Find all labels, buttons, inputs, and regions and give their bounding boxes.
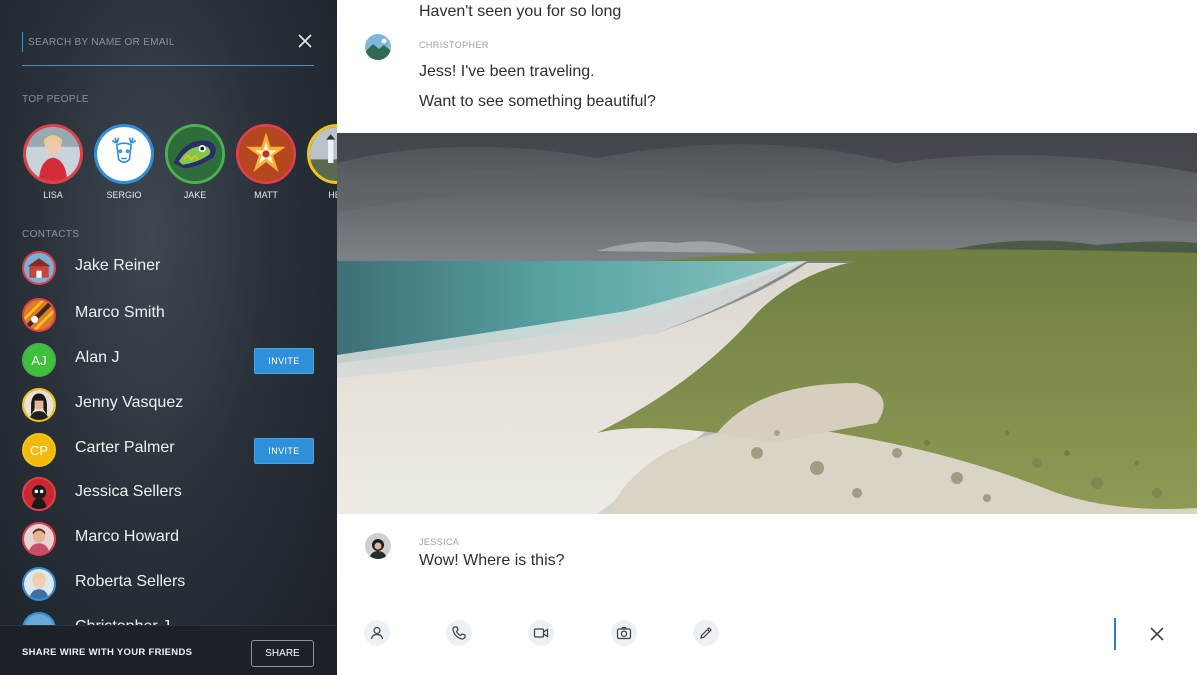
contact-name: Marco Smith <box>75 304 165 321</box>
avatar <box>23 124 83 184</box>
invite-button[interactable]: INVITE <box>254 348 314 374</box>
top-people-label: TOP PEOPLE <box>22 94 89 105</box>
close-icon[interactable] <box>296 32 314 50</box>
avatar <box>307 124 337 184</box>
contact-jake-reiner[interactable]: Jake Reiner <box>22 248 314 288</box>
avatar <box>236 124 296 184</box>
search-input[interactable] <box>28 32 278 52</box>
contact-roberta-sellers[interactable]: Roberta Sellers <box>22 564 314 604</box>
avatar <box>22 522 56 556</box>
message-input-caret[interactable] <box>1114 618 1116 650</box>
avatar-initials: CP <box>29 442 49 458</box>
contact-carter-palmer[interactable]: CP Carter Palmer INVITE <box>22 430 314 470</box>
contact-name: Alan J <box>75 349 120 366</box>
avatar-initials: AJ <box>31 352 47 368</box>
search-caret <box>22 32 23 52</box>
avatar <box>94 124 154 184</box>
message-text: Want to see something beautiful? <box>419 93 656 110</box>
top-person-name: MATT <box>254 190 278 200</box>
phone-icon[interactable] <box>446 620 472 646</box>
avatar-jessica <box>365 533 391 559</box>
contact-name: Jake Reiner <box>75 257 161 274</box>
avatar <box>165 124 225 184</box>
share-button[interactable]: SHARE <box>251 640 314 667</box>
message-text: Jess! I've been traveling. <box>419 63 595 80</box>
invite-button[interactable]: INVITE <box>254 438 314 464</box>
avatar <box>22 567 56 601</box>
search-bar <box>22 24 314 66</box>
share-text: SHARE WIRE WITH YOUR FRIENDS <box>22 647 193 658</box>
message-author: JESSICA <box>419 537 460 547</box>
avatar: CP <box>22 433 56 467</box>
top-person-name: HEL <box>328 190 337 200</box>
message-text: Haven't seen you for so long <box>419 3 622 20</box>
contact-name: Roberta Sellers <box>75 573 186 590</box>
avatar <box>22 298 56 332</box>
contact-name: Jessica Sellers <box>75 483 182 500</box>
top-person-jake[interactable]: JAKE <box>164 124 226 200</box>
top-person-sergio[interactable]: SERGIO <box>93 124 155 200</box>
avatar: AJ <box>22 343 56 377</box>
share-bar: SHARE WIRE WITH YOUR FRIENDS SHARE <box>0 625 337 675</box>
sidebar: TOP PEOPLE LISA <box>0 0 337 675</box>
top-person-matt[interactable]: MATT <box>235 124 297 200</box>
contact-jenny-vasquez[interactable]: Jenny Vasquez <box>22 385 314 425</box>
pencil-icon[interactable] <box>693 620 719 646</box>
contact-marco-smith[interactable]: Marco Smith <box>22 295 314 335</box>
contact-marco-howard[interactable]: Marco Howard <box>22 519 314 559</box>
top-person-name: JAKE <box>183 190 207 200</box>
top-people-list: LISA SERGIO JAKE MATT H <box>22 124 337 204</box>
avatar-christopher <box>365 34 391 60</box>
contact-name: Jenny Vasquez <box>75 394 184 411</box>
message-toolbar <box>337 612 1200 656</box>
contacts-label: CONTACTS <box>22 229 80 240</box>
message-text: Wow! Where is this? <box>419 552 565 569</box>
contact-name: Marco Howard <box>75 528 180 545</box>
video-icon[interactable] <box>528 620 554 646</box>
beach-photo[interactable] <box>337 133 1197 514</box>
contact-name: Carter Palmer <box>75 439 175 456</box>
close-icon[interactable] <box>1147 624 1167 644</box>
conversation: Haven't seen you for so long CHRISTOPHER… <box>337 0 1200 675</box>
avatar <box>22 251 56 285</box>
contact-alan-j[interactable]: AJ Alan J INVITE <box>22 340 314 380</box>
top-person-name: SERGIO <box>106 190 142 200</box>
top-person-lisa[interactable]: LISA <box>22 124 84 200</box>
camera-icon[interactable] <box>611 620 637 646</box>
avatar <box>22 477 56 511</box>
person-icon[interactable] <box>364 620 390 646</box>
top-person-hel[interactable]: HEL <box>306 124 337 200</box>
message-author: CHRISTOPHER <box>419 40 489 50</box>
top-person-name: LISA <box>43 190 63 200</box>
contact-jessica-sellers[interactable]: Jessica Sellers <box>22 474 314 514</box>
avatar <box>22 388 56 422</box>
